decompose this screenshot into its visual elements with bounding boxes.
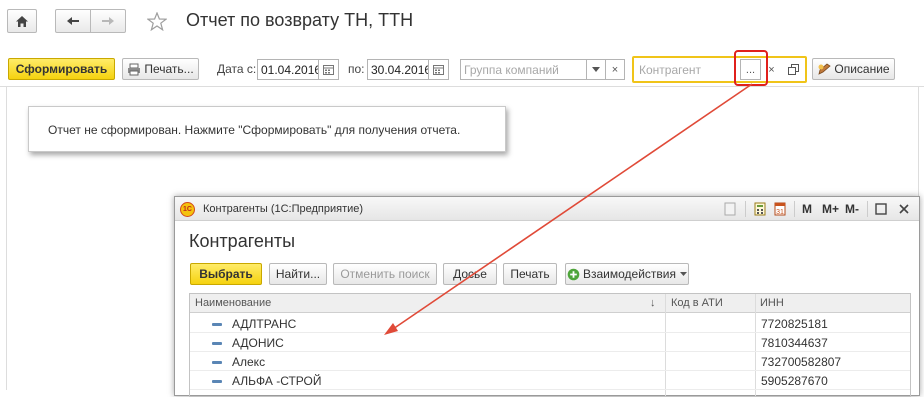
print-button[interactable]: Печать... <box>122 58 199 80</box>
counterparty-field[interactable]: Контрагент <box>635 59 740 80</box>
row-inn: 7810344637 <box>761 336 828 350</box>
title-divider <box>867 201 868 217</box>
window-heading: Контрагенты <box>189 231 296 251</box>
row-name: АДОНИС <box>232 336 284 350</box>
content-left-border <box>6 86 7 390</box>
table-row[interactable]: АЛЬФА -СТРОЙ 5905287670 <box>190 371 910 390</box>
row-inn: 5905287670 <box>761 374 828 388</box>
select-button[interactable]: Выбрать <box>190 263 262 285</box>
row-name: АДЛТРАНС <box>232 317 297 331</box>
cancel-search-button[interactable]: Отменить поиск <box>333 263 437 285</box>
company-group-dropdown-button[interactable] <box>586 59 606 80</box>
date-to-calendar-button[interactable] <box>428 59 449 80</box>
arrow-left-icon <box>67 17 79 25</box>
title-divider <box>794 201 795 217</box>
printer-icon <box>128 63 141 75</box>
counterparties-window: 1С Контрагенты (1С:Предприятие) 31 M M+ … <box>174 196 920 397</box>
counterparties-table: Наименование ↓ Код в АТИ ИНН АДЛТРАНС 77… <box>189 293 911 397</box>
window-titlebar: 1С Контрагенты (1С:Предприятие) 31 M M+ … <box>175 197 919 221</box>
select-button-highlight <box>734 50 768 86</box>
back-button[interactable] <box>55 9 91 33</box>
item-marker-icon <box>212 342 222 345</box>
memory-plus-button[interactable]: M+ <box>822 202 839 216</box>
table-row[interactable]: АДОНИС 7810344637 <box>190 333 910 352</box>
interactions-button[interactable]: Взаимодействия <box>565 263 689 285</box>
table-header: Наименование ↓ Код в АТИ ИНН <box>190 294 910 313</box>
plus-circle-icon <box>567 268 580 280</box>
interactions-label: Взаимодействия <box>583 267 676 281</box>
app-logo-text: 1С <box>183 206 192 213</box>
description-button-label: Описание <box>834 62 890 76</box>
table-row[interactable]: Алекс 732700582807 <box>190 352 910 371</box>
calculator-icon[interactable] <box>754 202 766 216</box>
svg-text:31: 31 <box>776 209 784 216</box>
item-marker-icon <box>212 323 222 326</box>
arrow-right-icon <box>102 17 114 25</box>
document-icon[interactable] <box>724 202 736 216</box>
table-row[interactable]: АДЛТРАНС 7720825181 <box>190 314 910 333</box>
sort-arrow-icon[interactable]: ↓ <box>650 297 656 309</box>
date-from-label: Дата с: <box>217 62 257 76</box>
item-marker-icon <box>212 361 222 364</box>
memory-minus-button[interactable]: M- <box>845 202 859 216</box>
chevron-down-icon <box>592 67 600 72</box>
chevron-down-icon <box>680 272 687 276</box>
row-name: АЛЬФА -СТРОЙ <box>232 374 322 388</box>
page-title: Отчет по возврату ТН, ТТН <box>186 10 414 30</box>
home-icon <box>16 15 28 27</box>
date-from-field[interactable]: 01.04.2016 <box>257 59 319 80</box>
find-button[interactable]: Найти... <box>269 263 327 285</box>
open-form-icon <box>787 64 799 75</box>
maximize-icon[interactable] <box>875 203 887 215</box>
date-to-field[interactable]: 30.04.2016 <box>367 59 429 80</box>
title-divider <box>745 201 746 217</box>
report-not-generated-message: Отчет не сформирован. Нажмите "Сформиров… <box>28 106 506 152</box>
description-icon <box>818 63 832 75</box>
print-button-label: Печать... <box>144 62 194 76</box>
print-button[interactable]: Печать <box>503 263 557 285</box>
calendar-icon <box>433 64 444 75</box>
column-inn[interactable]: ИНН <box>760 297 784 309</box>
dossier-button[interactable]: Досье <box>443 263 497 285</box>
company-group-clear-button[interactable]: × <box>605 59 625 80</box>
calendar-icon[interactable]: 31 <box>774 202 786 216</box>
column-ati-code[interactable]: Код в АТИ <box>671 297 723 309</box>
home-button[interactable] <box>7 9 37 33</box>
calendar-icon <box>323 64 334 75</box>
column-name[interactable]: Наименование <box>195 297 271 309</box>
item-marker-icon <box>212 380 222 383</box>
description-button[interactable]: Описание <box>812 58 895 80</box>
close-icon[interactable] <box>898 203 910 215</box>
company-group-field[interactable]: Группа компаний <box>460 59 587 80</box>
row-inn: 7720825181 <box>761 317 828 331</box>
counterparty-open-button[interactable] <box>782 59 804 80</box>
generate-button[interactable]: Сформировать <box>8 58 115 80</box>
forward-button[interactable] <box>90 9 126 33</box>
window-title: Контрагенты (1С:Предприятие) <box>203 203 364 215</box>
star-icon[interactable] <box>147 12 167 31</box>
date-from-calendar-button[interactable] <box>318 59 339 80</box>
date-to-label: по: <box>348 62 365 76</box>
app-logo-icon: 1С <box>180 202 195 217</box>
row-name: Алекс <box>232 355 266 369</box>
memory-button[interactable]: M <box>802 202 812 216</box>
content-divider <box>0 86 924 87</box>
row-inn: 732700582807 <box>761 355 842 369</box>
